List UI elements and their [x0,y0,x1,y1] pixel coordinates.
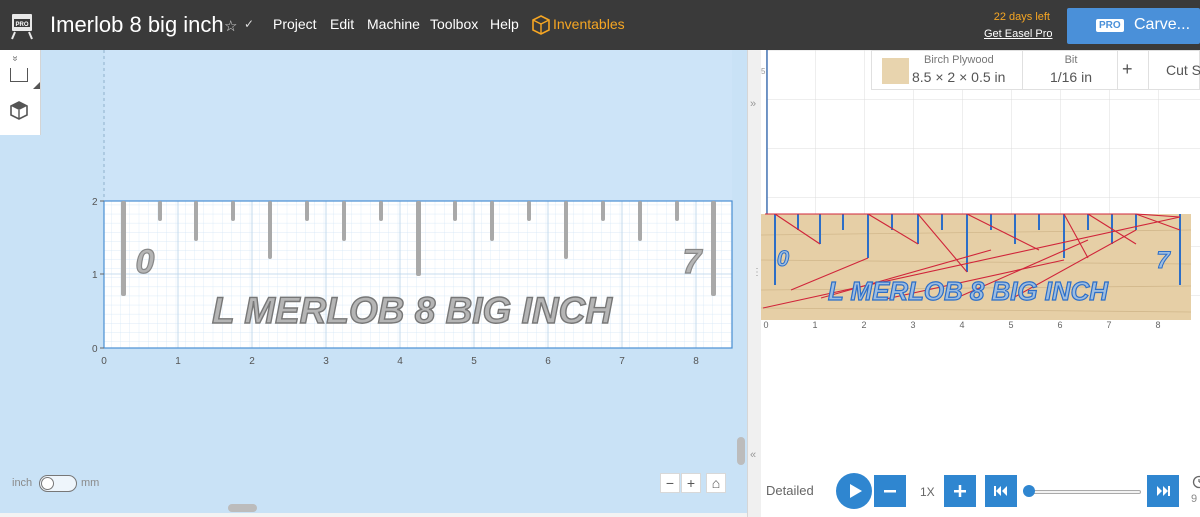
play-button[interactable] [836,473,872,509]
menu-machine[interactable]: Machine [367,16,420,32]
slower-button[interactable] [874,475,906,507]
material-name[interactable]: Birch Plywood [924,54,994,66]
inventables-link[interactable]: Inventables [553,16,625,32]
collapse-preview-icon[interactable]: « [750,449,756,461]
y-tick-label: 0 [92,344,98,355]
carve-button[interactable]: PRO Carve... [1067,8,1200,44]
home-icon[interactable]: ⌂ [706,473,726,493]
simulation-playbar: Detailed 1X 9 [761,469,1200,517]
cut-settings-label: Cut S [1166,62,1200,78]
preview-panel: 5 0 7 L MERLOB 8 BIG INCH 0 1 2 3 4 5 6 … [761,50,1200,517]
scroll-track [0,513,747,517]
y-tick-label: 2 [92,197,98,208]
preview-left-numeral: 0 [777,246,790,271]
x-tick-label: 6 [545,356,551,367]
x-tick-label: 3 [323,356,329,367]
shape-tools: » [0,50,41,135]
3d-cube-icon[interactable] [9,100,29,122]
material-dimensions[interactable]: 8.5 × 2 × 0.5 in [912,69,1005,85]
zoom-controls: − + ⌂ [660,473,728,493]
tool-expand-icon[interactable] [33,82,40,89]
y-tick-label: 1 [92,270,98,281]
unit-inch-label[interactable]: inch [12,477,32,489]
unit-mm-label[interactable]: mm [81,477,99,489]
skip-to-end-icon[interactable] [1147,475,1179,507]
shape-tool-icon[interactable] [10,68,28,82]
x-tick-label: 4 [397,356,403,367]
project-title[interactable]: Imerlob 8 big inch [50,12,224,38]
x-tick-label: 7 [619,356,625,367]
preview-right-numeral: 7 [1156,247,1171,274]
add-bit-button[interactable]: + [1122,59,1133,80]
x-tick-label: 1 [175,356,181,367]
bit-value: 1/16 in [1049,69,1093,85]
logo-badge: PRO [15,22,28,28]
check-icon[interactable]: ✓ [244,17,254,31]
preview-x-tick: 7 [1106,320,1111,330]
pro-badge: PRO [1096,19,1124,32]
preview-x-tick: 2 [861,320,866,330]
bit-label: Bit [1064,54,1078,66]
x-axis-labels: 0 1 2 3 4 5 6 7 8 [101,356,699,367]
menu-project[interactable]: Project [273,16,317,32]
preview-x-tick: 4 [959,320,964,330]
star-icon[interactable]: ☆ [224,17,237,35]
carve-button-label: Carve... [1134,16,1191,33]
x-tick-label: 2 [249,356,255,367]
units-toggle[interactable] [39,475,77,492]
design-workspace: 0 7 L MERLOB 8 BIG INCH 2 1 0 0 1 2 3 4 … [92,50,733,367]
x-tick-label: 8 [693,356,699,367]
cut-settings[interactable]: Cut S [1148,51,1200,89]
top-bar: PRO Imerlob 8 big inch ☆ ✓ Project Edit … [0,0,1200,50]
clock-icon [1190,475,1200,492]
easel-logo-icon[interactable]: PRO [9,10,35,40]
vertical-scrollbar[interactable] [737,437,745,465]
get-easel-pro-link[interactable]: Get Easel Pro [984,28,1052,40]
preview-edge-label: 5 [761,67,766,76]
ruler-engraved-text[interactable]: L MERLOB 8 BIG INCH [211,289,614,331]
material-settings-bar: Birch Plywood 8.5 × 2 × 0.5 in Bit 1/16 … [871,50,1200,90]
faster-button[interactable] [944,475,976,507]
zoom-out-button[interactable]: − [660,473,680,493]
ruler-right-numeral[interactable]: 7 [682,242,704,281]
preview-x-tick: 3 [910,320,915,330]
expand-preview-icon[interactable]: » [750,98,756,110]
preview-x-tick: 1 [812,320,817,330]
x-tick-label: 5 [471,356,477,367]
menu-toolbox[interactable]: Toolbox [430,16,478,32]
menu-edit[interactable]: Edit [330,16,354,32]
preview-x-tick: 8 [1155,320,1160,330]
material-swatch[interactable] [882,58,909,84]
progress-slider-handle[interactable] [1023,485,1035,497]
preview-x-tick: 0 [763,320,768,330]
bit-selector[interactable]: Bit 1/16 in [1022,51,1118,89]
estimated-time-partial: 9 [1191,493,1198,505]
preview-x-tick: 5 [1008,320,1013,330]
trial-days-left: 22 days left [993,11,1050,23]
menu-help[interactable]: Help [490,16,519,32]
preview-engraved-text: L MERLOB 8 BIG INCH [828,276,1109,306]
design-canvas[interactable]: 0 7 L MERLOB 8 BIG INCH 2 1 0 0 1 2 3 4 … [0,50,747,517]
toggle-knob [41,477,54,490]
progress-slider-track[interactable] [1027,490,1141,494]
speed-value: 1X [920,485,935,499]
horizontal-scrollbar[interactable] [228,504,257,512]
ruler-left-numeral[interactable]: 0 [135,242,155,281]
zoom-in-button[interactable]: + [681,473,701,493]
y-axis-labels: 2 1 0 [92,197,98,355]
collapse-tools-icon[interactable]: » [9,56,20,62]
preview-x-tick: 6 [1057,320,1062,330]
x-tick-label: 0 [101,356,107,367]
panel-divider[interactable]: » ⋮ « [747,50,762,517]
carve-preview[interactable]: 5 0 7 L MERLOB 8 BIG INCH 0 1 2 3 4 5 6 … [761,50,1200,517]
inventables-cube-icon[interactable] [532,15,550,40]
rewind-icon[interactable] [985,475,1017,507]
detail-level-label[interactable]: Detailed [766,483,814,498]
